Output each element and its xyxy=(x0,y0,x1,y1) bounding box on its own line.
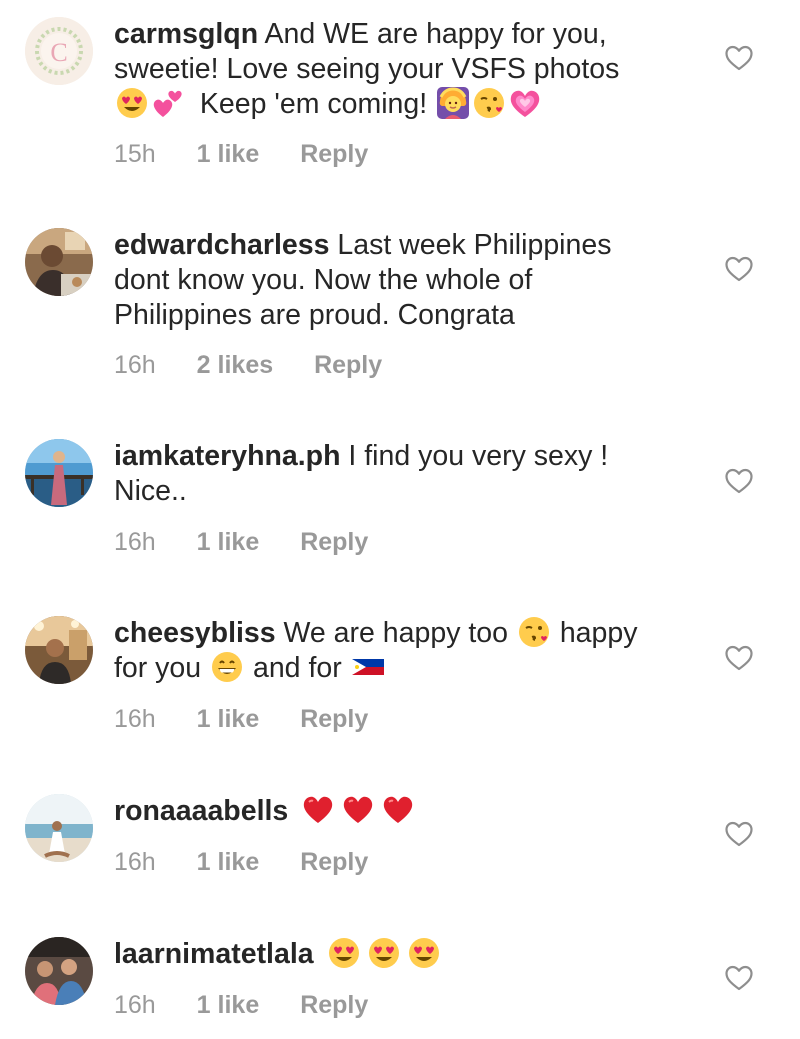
comment-meta: 16h 1 like Reply xyxy=(114,705,402,734)
comment-time: 16h xyxy=(114,351,156,379)
comment-body: edwardcharless Last week Philippines don… xyxy=(114,228,674,333)
comment-username[interactable]: edwardcharless xyxy=(114,229,329,261)
reply-button[interactable]: Reply xyxy=(300,140,368,168)
red-heart-emoji xyxy=(302,794,334,826)
comment-meta: 16h 2 likes Reply xyxy=(114,351,416,380)
comment-username[interactable]: laarnimatetlala xyxy=(114,938,314,970)
like-heart-icon[interactable] xyxy=(724,44,754,72)
comment-meta: 16h 1 like Reply xyxy=(114,848,402,877)
like-heart-icon[interactable] xyxy=(724,255,754,283)
comment-text: Philippines are proud. Congrata xyxy=(114,299,515,331)
comment-text: happy xyxy=(559,617,638,649)
comment-meta: 16h 1 like Reply xyxy=(114,991,402,1020)
comment-text: Nice.. xyxy=(114,475,187,507)
likes-count[interactable]: 2 likes xyxy=(197,351,273,379)
comment-text: We are happy too xyxy=(283,617,508,649)
heart-eyes-emoji xyxy=(328,937,360,969)
comment-username[interactable]: cheesybliss xyxy=(114,617,276,649)
like-heart-icon[interactable] xyxy=(724,644,754,672)
svg-text:C: C xyxy=(50,38,67,67)
comment-body: ronaaaabells xyxy=(114,794,674,829)
reply-button[interactable]: Reply xyxy=(314,351,382,379)
comment-time: 16h xyxy=(114,528,156,556)
comment-time: 15h xyxy=(114,140,156,168)
reply-button[interactable]: Reply xyxy=(300,705,368,733)
comment-text: for you xyxy=(114,652,202,684)
avatar[interactable]: C xyxy=(25,17,93,85)
likes-count[interactable]: 1 like xyxy=(197,528,260,556)
comment-body: carmsglqn And WE are happy for you, swee… xyxy=(114,17,674,122)
comment-text: sweetie! Love seeing your VSFS photos xyxy=(114,53,620,85)
kissing-face-emoji xyxy=(518,616,550,648)
avatar[interactable] xyxy=(25,794,93,862)
likes-count[interactable]: 1 like xyxy=(197,848,260,876)
avatar[interactable] xyxy=(25,439,93,507)
comment-text: and for xyxy=(252,652,342,684)
comment-username[interactable]: carmsglqn xyxy=(114,18,258,50)
woman-gesturing-ok-emoji xyxy=(437,87,469,119)
comment-username[interactable]: iamkateryhna.ph xyxy=(114,440,341,472)
avatar[interactable] xyxy=(25,616,93,684)
comment-time: 16h xyxy=(114,848,156,876)
comment-meta: 16h 1 like Reply xyxy=(114,528,402,557)
heart-eyes-emoji xyxy=(116,87,148,119)
comment-body: laarnimatetlala xyxy=(114,937,674,972)
comment-text: And WE are happy for you, xyxy=(264,18,607,50)
growing-heart-emoji xyxy=(509,87,541,119)
avatar[interactable] xyxy=(25,937,93,1005)
comment-body: cheesybliss We are happy too happy for y… xyxy=(114,616,674,686)
heart-eyes-emoji xyxy=(408,937,440,969)
comment-meta: 15h 1 like Reply xyxy=(114,140,402,169)
heart-eyes-emoji xyxy=(368,937,400,969)
like-heart-icon[interactable] xyxy=(724,467,754,495)
avatar[interactable] xyxy=(25,228,93,296)
grinning-face-emoji xyxy=(211,651,243,683)
comment-username[interactable]: ronaaaabells xyxy=(114,795,288,827)
comment-body: iamkateryhna.ph I find you very sexy ! N… xyxy=(114,439,674,509)
comment-time: 16h xyxy=(114,705,156,733)
comment-text: I find you very sexy ! xyxy=(348,440,609,472)
reply-button[interactable]: Reply xyxy=(300,991,368,1019)
likes-count[interactable]: 1 like xyxy=(197,140,260,168)
philippines-flag-emoji xyxy=(352,651,384,683)
reply-button[interactable]: Reply xyxy=(300,848,368,876)
like-heart-icon[interactable] xyxy=(724,964,754,992)
reply-button[interactable]: Reply xyxy=(300,528,368,556)
red-heart-emoji xyxy=(342,794,374,826)
kissing-face-emoji xyxy=(473,87,505,119)
likes-count[interactable]: 1 like xyxy=(197,705,260,733)
likes-count[interactable]: 1 like xyxy=(197,991,260,1019)
red-heart-emoji xyxy=(382,794,414,826)
like-heart-icon[interactable] xyxy=(724,820,754,848)
two-hearts-emoji xyxy=(152,87,184,119)
comment-text: dont know you. Now the whole of xyxy=(114,264,533,296)
comment-time: 16h xyxy=(114,991,156,1019)
comment-text: Keep 'em coming! xyxy=(199,88,428,120)
comment-text: Last week Philippines xyxy=(337,229,612,261)
